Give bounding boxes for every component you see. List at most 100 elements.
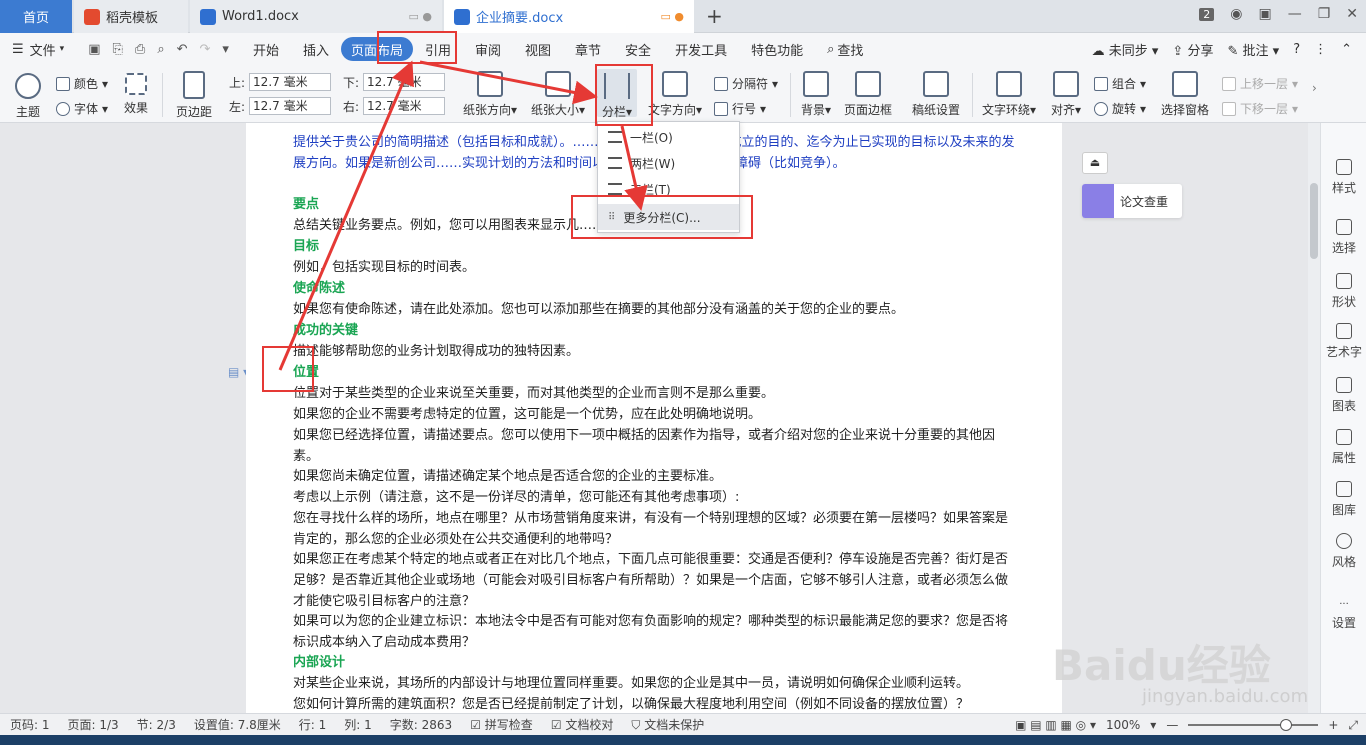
sidebar-item-select[interactable]: 选择: [1321, 219, 1366, 256]
doc-paragraph: 如果您已经选择位置，请描述要点。您可以使用下一项中概括的因素作为指导，或者介绍对…: [293, 428, 996, 464]
close-icon[interactable]: ✕: [1346, 6, 1358, 22]
tab-close-icon[interactable]: ▭ ●: [661, 10, 685, 23]
selection-pane-button[interactable]: 选择窗格: [1158, 71, 1212, 118]
zoom-out-icon[interactable]: —: [1166, 718, 1178, 732]
view-controls: ▣ ▤ ▥ ▦ ◎ ▾ 100% ▾ — + ⤢: [1015, 717, 1358, 733]
sidebar-item-properties[interactable]: 属性: [1321, 429, 1366, 466]
sync-button[interactable]: ☁ 未同步 ▾: [1092, 40, 1159, 59]
skin-icon[interactable]: ▣: [1258, 6, 1271, 22]
new-tab-button[interactable]: +: [706, 4, 723, 28]
menu-insert[interactable]: 插入: [291, 37, 341, 61]
scrollbar-thumb[interactable]: [1310, 183, 1318, 259]
print-icon[interactable]: ⎙: [135, 42, 145, 57]
sidebar-item-wordart[interactable]: 艺术字: [1321, 323, 1366, 360]
text-wrap-button[interactable]: 文字环绕▾: [980, 71, 1038, 118]
share-label: 分享: [1187, 43, 1214, 59]
two-column-option[interactable]: 两栏(W): [598, 150, 739, 176]
effect-button[interactable]: 效果: [118, 73, 154, 116]
fullscreen-icon[interactable]: ⤢: [1348, 718, 1358, 733]
menu-developer[interactable]: 开发工具: [663, 37, 739, 61]
file-menu[interactable]: ☰ 文件 ▾: [0, 37, 76, 61]
right-margin-input[interactable]: 12.7 毫米: [363, 97, 446, 115]
one-column-option[interactable]: 一栏(O): [598, 124, 739, 150]
save-icon[interactable]: ▣: [88, 42, 100, 57]
status-section[interactable]: 节: 2/3: [137, 716, 176, 733]
align-button[interactable]: 对齐▾: [1046, 71, 1086, 118]
proofread-button[interactable]: ☑ 文档校对: [551, 716, 614, 733]
hamburger-icon: ☰: [12, 41, 24, 57]
menu-security[interactable]: 安全: [613, 37, 663, 61]
vertical-scrollbar[interactable]: [1308, 123, 1320, 713]
redo-icon[interactable]: ↷: [200, 42, 211, 57]
text-direction-button[interactable]: 文字方向▾: [645, 71, 705, 118]
zoom-slider[interactable]: [1188, 719, 1319, 731]
preview-icon[interactable]: ⌕: [157, 42, 164, 57]
bottom-margin-input[interactable]: 12.7 毫米: [363, 73, 446, 91]
cursor-icon: [1336, 219, 1352, 235]
breaks-button[interactable]: 分隔符 ▾: [714, 75, 778, 92]
background-button[interactable]: 背景▾: [796, 71, 836, 118]
align-icon: [1053, 71, 1079, 97]
menu-chapter[interactable]: 章节: [563, 37, 613, 61]
export-pdf-icon[interactable]: ⎘: [113, 42, 123, 57]
more-icon[interactable]: ⋮: [1314, 42, 1327, 57]
send-backward-button[interactable]: 下移一层 ▾: [1222, 100, 1298, 117]
color-button[interactable]: 颜色 ▾: [56, 75, 108, 92]
zoom-level[interactable]: 100%: [1106, 718, 1140, 732]
sidebar-item-style-theme[interactable]: 风格: [1321, 533, 1366, 570]
customize-icon[interactable]: ▾: [222, 42, 229, 57]
status-setting[interactable]: 设置值: 7.8厘米: [194, 716, 281, 733]
sidebar-item-shape[interactable]: 形状: [1321, 273, 1366, 310]
status-row[interactable]: 行: 1: [299, 716, 327, 733]
share-button[interactable]: ⇪ 分享: [1172, 40, 1213, 59]
chevron-down-icon: ▾: [59, 44, 65, 54]
orientation-button[interactable]: 纸张方向▾: [460, 71, 520, 118]
font-button[interactable]: 字体 ▾: [56, 100, 108, 117]
collapse-ribbon-icon[interactable]: ⌃: [1341, 42, 1352, 57]
menu-review[interactable]: 审阅: [463, 37, 513, 61]
minimize-icon[interactable]: —: [1288, 6, 1302, 22]
manuscript-button[interactable]: 稿纸设置: [910, 71, 962, 118]
view-mode-icons[interactable]: ▣ ▤ ▥ ▦ ◎ ▾: [1015, 718, 1096, 732]
paper-size-button[interactable]: 纸张大小▾: [528, 71, 588, 118]
page-border-button[interactable]: 页面边框: [842, 71, 894, 118]
menu-view[interactable]: 视图: [513, 37, 563, 61]
search-button[interactable]: ⌕ 查找: [815, 37, 875, 61]
annotate-button[interactable]: ✎ 批注 ▾: [1227, 40, 1279, 59]
tab-enterprise-summary[interactable]: 企业摘要.docx ▭ ●: [444, 0, 694, 33]
theme-button[interactable]: 主题: [10, 73, 46, 120]
bring-forward-button[interactable]: 上移一层 ▾: [1222, 75, 1298, 92]
left-margin-input[interactable]: 12.7 毫米: [249, 97, 332, 115]
sidebar-item-style[interactable]: 样式: [1321, 159, 1366, 196]
sidebar-item-chart[interactable]: 图表: [1321, 377, 1366, 414]
status-page[interactable]: 页码: 1: [10, 716, 50, 733]
restore-icon[interactable]: ❐: [1318, 6, 1331, 22]
ribbon-expand-icon[interactable]: ›: [1312, 81, 1317, 95]
spell-check-button[interactable]: ☑ 拼写检查: [470, 716, 533, 733]
status-pages[interactable]: 页面: 1/3: [68, 716, 119, 733]
undo-icon[interactable]: ↶: [177, 42, 188, 57]
tab-word1[interactable]: Word1.docx ▭ ●: [190, 0, 442, 33]
tab-close-icon[interactable]: ▭ ●: [409, 10, 433, 23]
tab-docer-templates[interactable]: 稻壳模板: [74, 0, 188, 33]
help-button[interactable]: ?: [1293, 42, 1300, 57]
top-margin-input[interactable]: 12.7 毫米: [249, 73, 332, 91]
line-numbers-button[interactable]: 行号 ▾: [714, 100, 766, 117]
zoom-in-icon[interactable]: +: [1328, 718, 1338, 732]
paper-check-button[interactable]: 论文查重: [1082, 184, 1182, 218]
window-count-badge[interactable]: 2: [1199, 7, 1215, 21]
status-col[interactable]: 列: 1: [344, 716, 372, 733]
menu-features[interactable]: 特色功能: [739, 37, 815, 61]
avatar[interactable]: ◉: [1230, 6, 1242, 22]
sidebar-item-gallery[interactable]: 图库: [1321, 481, 1366, 518]
menu-start[interactable]: 开始: [241, 37, 291, 61]
group-button[interactable]: 组合 ▾: [1094, 75, 1146, 92]
tab-home[interactable]: 首页: [0, 0, 72, 33]
margin-button[interactable]: 页边距: [172, 71, 216, 120]
collapse-panel-button[interactable]: ⏏: [1082, 152, 1108, 174]
highlight-more-columns: [571, 195, 753, 239]
sidebar-item-settings[interactable]: ··· 设置: [1321, 599, 1366, 631]
rotate-button[interactable]: 旋转 ▾: [1094, 100, 1146, 117]
protect-status[interactable]: ⛉ 文档未保护: [631, 716, 704, 733]
status-words[interactable]: 字数: 2863: [390, 716, 452, 733]
